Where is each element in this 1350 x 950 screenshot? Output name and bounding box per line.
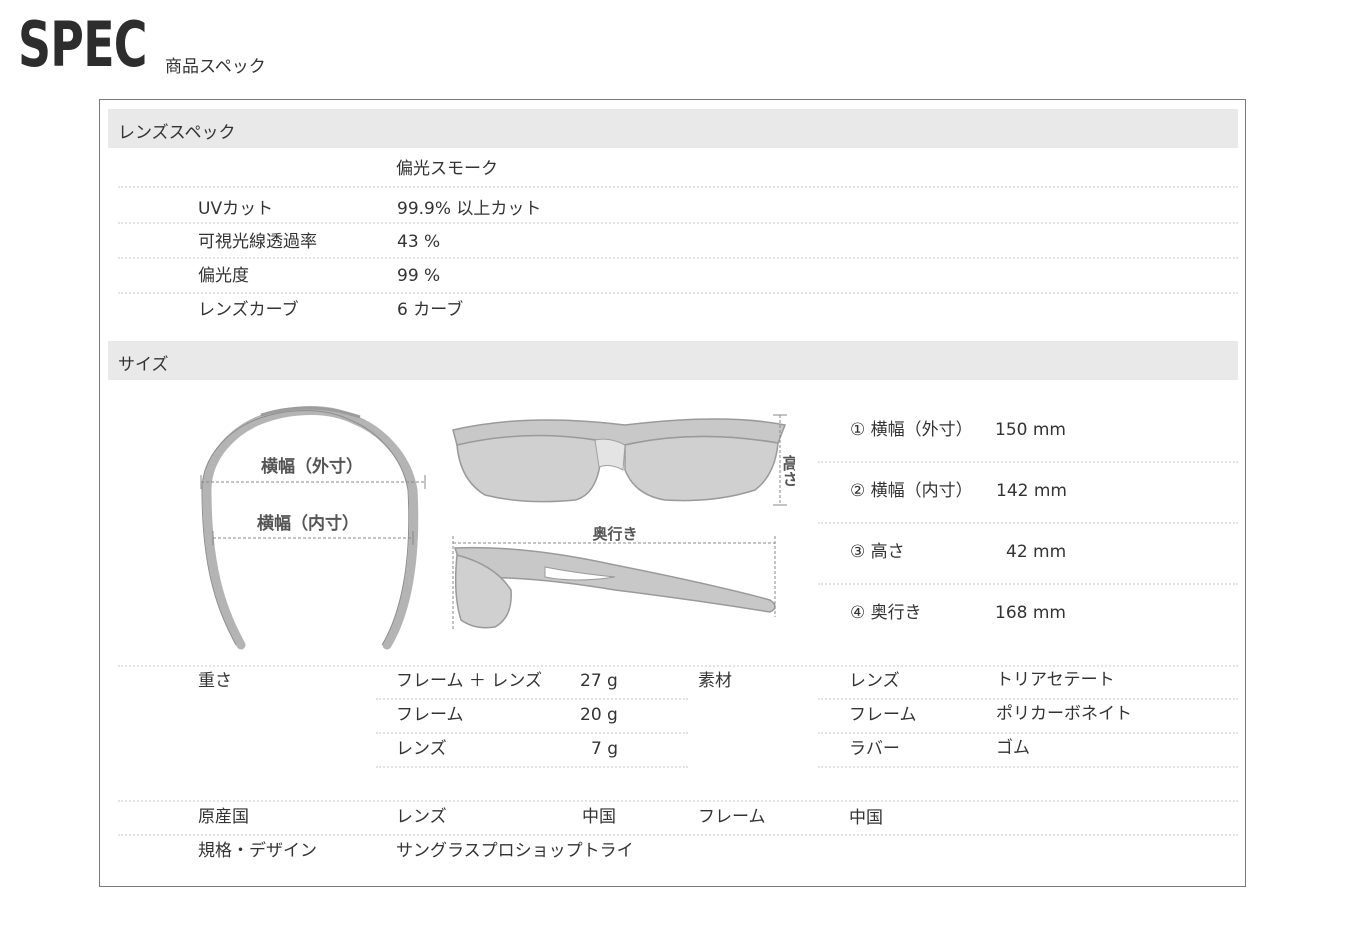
uv-cut-label: UVカット <box>198 199 274 219</box>
weight-label: 重さ <box>198 671 232 691</box>
outer-width-dimension-line <box>200 475 426 489</box>
divider <box>118 257 1238 259</box>
polarization-label: 偏光度 <box>198 266 249 286</box>
divider <box>118 665 1238 667</box>
outer-width-diagram-label: 横幅（外寸） <box>261 456 363 477</box>
size-section-title: サイズ <box>118 355 169 375</box>
depth-value: 168 mm <box>995 603 1066 623</box>
side-view-glasses <box>453 546 776 629</box>
weight-value-1: 27 g <box>580 671 618 691</box>
outer-width-label: ① 横幅（外寸） <box>850 420 973 440</box>
divider <box>118 834 1238 836</box>
weight-value-2: 20 g <box>580 705 618 725</box>
weight-part-2: フレーム <box>396 705 464 725</box>
inner-width-value: 142 mm <box>996 481 1067 501</box>
size-diagram: 横幅（外寸） 横幅（内寸） 高さ 奥行き <box>200 406 796 650</box>
lens-curve-label: レンズカーブ <box>198 300 299 320</box>
divider <box>818 766 1238 768</box>
divider <box>818 698 1238 700</box>
material-part-1: レンズ <box>849 671 900 691</box>
lens-spec-section-header: レンズスペック <box>108 109 1238 148</box>
weight-value-3: 7 g <box>591 739 619 759</box>
lens-curve-value: 6 カーブ <box>397 300 464 320</box>
divider <box>118 292 1238 294</box>
origin-frame-value: 中国 <box>849 808 883 828</box>
spec-subtitle: 商品スペック <box>165 57 266 77</box>
material-value-1: トリアセテート <box>996 670 1115 690</box>
polarization-value: 99 % <box>397 266 441 286</box>
material-value-2: ポリカーボネイト <box>996 704 1132 724</box>
material-part-3: ラバー <box>849 739 900 759</box>
design-label: 規格・デザイン <box>198 841 317 861</box>
outer-width-value: 150 mm <box>995 420 1066 440</box>
material-label: 素材 <box>698 671 732 691</box>
transmittance-value: 43 % <box>397 232 441 252</box>
divider <box>818 461 1238 463</box>
divider <box>118 222 1238 224</box>
divider <box>376 698 688 700</box>
lens-spec-section-title: レンズスペック <box>118 123 236 143</box>
divider <box>118 800 1238 802</box>
front-view-glasses <box>452 418 787 503</box>
divider <box>818 732 1238 734</box>
depth-diagram-label: 奥行き <box>592 525 637 543</box>
material-part-2: フレーム <box>849 705 917 725</box>
origin-frame-label: フレーム <box>698 807 766 827</box>
origin-label: 原産国 <box>198 807 249 827</box>
transmittance-label: 可視光線透過率 <box>198 232 317 252</box>
divider <box>118 186 1238 188</box>
material-value-3: ゴム <box>996 738 1030 758</box>
weight-part-3: レンズ <box>396 739 447 759</box>
uv-cut-value: 99.9% 以上カット <box>397 199 542 219</box>
height-label: ③ 高さ <box>850 542 905 562</box>
depth-label: ④ 奥行き <box>850 603 922 623</box>
height-diagram-label: 高さ <box>780 454 796 487</box>
size-section-header: サイズ <box>108 341 1238 380</box>
weight-part-1: フレーム ＋ レンズ <box>396 671 542 691</box>
inner-width-label: ② 横幅（内寸） <box>850 481 973 501</box>
divider <box>818 522 1238 524</box>
spec-title: SPEC <box>18 8 147 81</box>
height-value: 42 mm <box>1006 542 1067 562</box>
origin-lens-label: レンズ <box>396 807 447 827</box>
divider <box>818 583 1238 585</box>
inner-width-diagram-label: 横幅（内寸） <box>257 513 359 534</box>
divider <box>376 732 688 734</box>
origin-lens-value: 中国 <box>582 807 616 827</box>
design-value: サングラスプロショップトライ <box>396 841 634 861</box>
lens-name: 偏光スモーク <box>396 159 498 179</box>
divider <box>376 766 688 768</box>
